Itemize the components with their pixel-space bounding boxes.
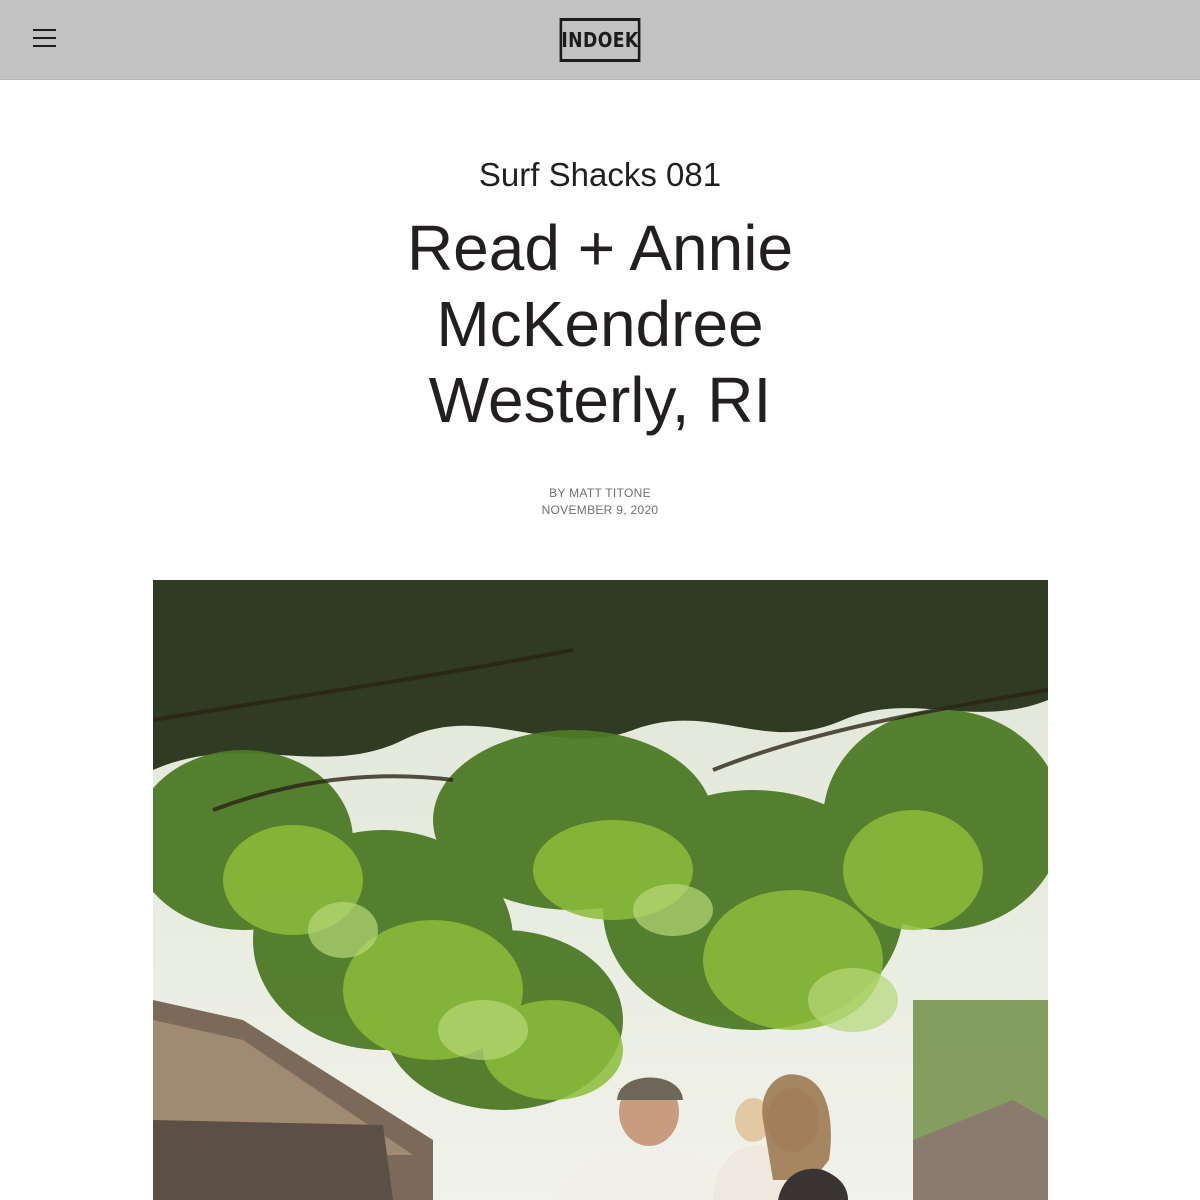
hero-photo-illustration [153,580,1048,1200]
article-meta: BY MATT TITONE NOVEMBER 9, 2020 [0,485,1200,519]
title-line-2: McKendree [436,288,764,360]
title-line-1: Read + Annie [406,212,794,284]
site-header: INDOEK [0,0,1200,80]
title-line-3: Westerly, RI [428,364,772,436]
site-logo[interactable]: INDOEK [559,18,641,62]
hamburger-menu-icon[interactable] [28,24,62,54]
article-title: Read + Annie McKendree Westerly, RI [300,210,900,438]
hero-photo [153,580,1048,1200]
author-byline[interactable]: BY MATT TITONE [0,485,1200,502]
publish-date: NOVEMBER 9, 2020 [541,503,659,517]
series-label: Surf Shacks 081 [478,156,722,193]
